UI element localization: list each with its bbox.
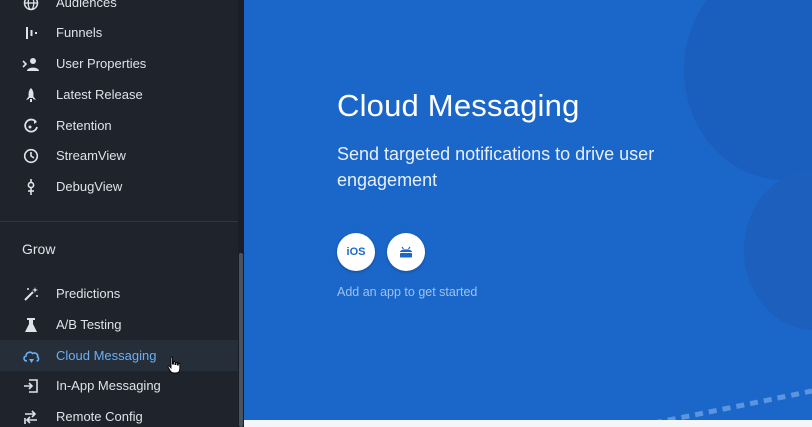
sidebar-item-label: Predictions — [56, 286, 121, 301]
rocket-icon — [22, 86, 40, 104]
add-android-app-button[interactable] — [387, 233, 425, 271]
remote-config-icon — [22, 408, 40, 426]
sidebar-item-label: Audiences — [56, 0, 117, 10]
sidebar-item-label: Remote Config — [56, 409, 143, 424]
sidebar-item-latest-release[interactable]: Latest Release — [0, 79, 238, 110]
sidebar-item-funnels[interactable]: Funnels — [0, 17, 238, 48]
decorative-shape — [744, 170, 812, 330]
sidebar-item-label: In-App Messaging — [56, 378, 161, 393]
sidebar-item-debugview[interactable]: DebugView — [0, 171, 238, 202]
android-icon — [400, 246, 412, 258]
bottom-strip — [244, 420, 812, 427]
flask-icon — [22, 316, 40, 334]
clock-icon — [22, 147, 40, 165]
sidebar-item-label: Latest Release — [56, 87, 143, 102]
magic-wand-icon — [22, 285, 40, 303]
sidebar-item-in-app-messaging[interactable]: In-App Messaging — [0, 370, 238, 401]
page-title: Cloud Messaging — [337, 88, 580, 123]
page-subtitle: Send targeted notifications to drive use… — [337, 144, 655, 190]
sidebar-item-label: DebugView — [56, 179, 123, 194]
add-app-hint: Add an app to get started — [337, 285, 478, 299]
user-properties-icon — [22, 55, 40, 73]
sidebar-divider — [0, 221, 238, 222]
funnels-icon — [22, 24, 40, 42]
sidebar-section-title: Grow — [22, 241, 56, 257]
globe-icon — [22, 0, 40, 12]
sidebar-scrollbar-thumb[interactable] — [239, 253, 243, 427]
sidebar-item-label: User Properties — [56, 56, 147, 71]
sidebar-item-label: A/B Testing — [56, 317, 122, 332]
sidebar: Audiences Funnels User Properties Latest… — [0, 0, 244, 427]
sidebar-item-ab-testing[interactable]: A/B Testing — [0, 309, 238, 340]
retention-icon — [22, 117, 40, 135]
sidebar-item-predictions[interactable]: Predictions — [0, 278, 238, 309]
sidebar-item-remote-config[interactable]: Remote Config — [0, 401, 238, 427]
sidebar-item-cloud-messaging[interactable]: Cloud Messaging — [0, 340, 238, 371]
sidebar-item-retention[interactable]: Retention — [0, 110, 238, 141]
in-app-messaging-icon — [22, 377, 40, 395]
decorative-dashed-arc — [653, 388, 812, 425]
sidebar-item-audiences[interactable]: Audiences — [0, 0, 238, 18]
cloud-messaging-hero: Cloud Messaging Send targeted notificati… — [244, 0, 812, 427]
hand-cursor-icon — [167, 356, 181, 374]
sidebar-item-streamview[interactable]: StreamView — [0, 140, 238, 171]
sidebar-item-label: Funnels — [56, 25, 103, 40]
sidebar-item-user-properties[interactable]: User Properties — [0, 48, 238, 79]
ios-label: iOS — [346, 246, 366, 258]
add-ios-app-button[interactable]: iOS — [337, 233, 375, 271]
debug-icon — [22, 178, 40, 196]
cloud-messaging-icon — [22, 347, 40, 365]
sidebar-item-label: Cloud Messaging — [56, 348, 157, 363]
sidebar-item-label: Retention — [56, 118, 112, 133]
sidebar-item-label: StreamView — [56, 148, 126, 163]
